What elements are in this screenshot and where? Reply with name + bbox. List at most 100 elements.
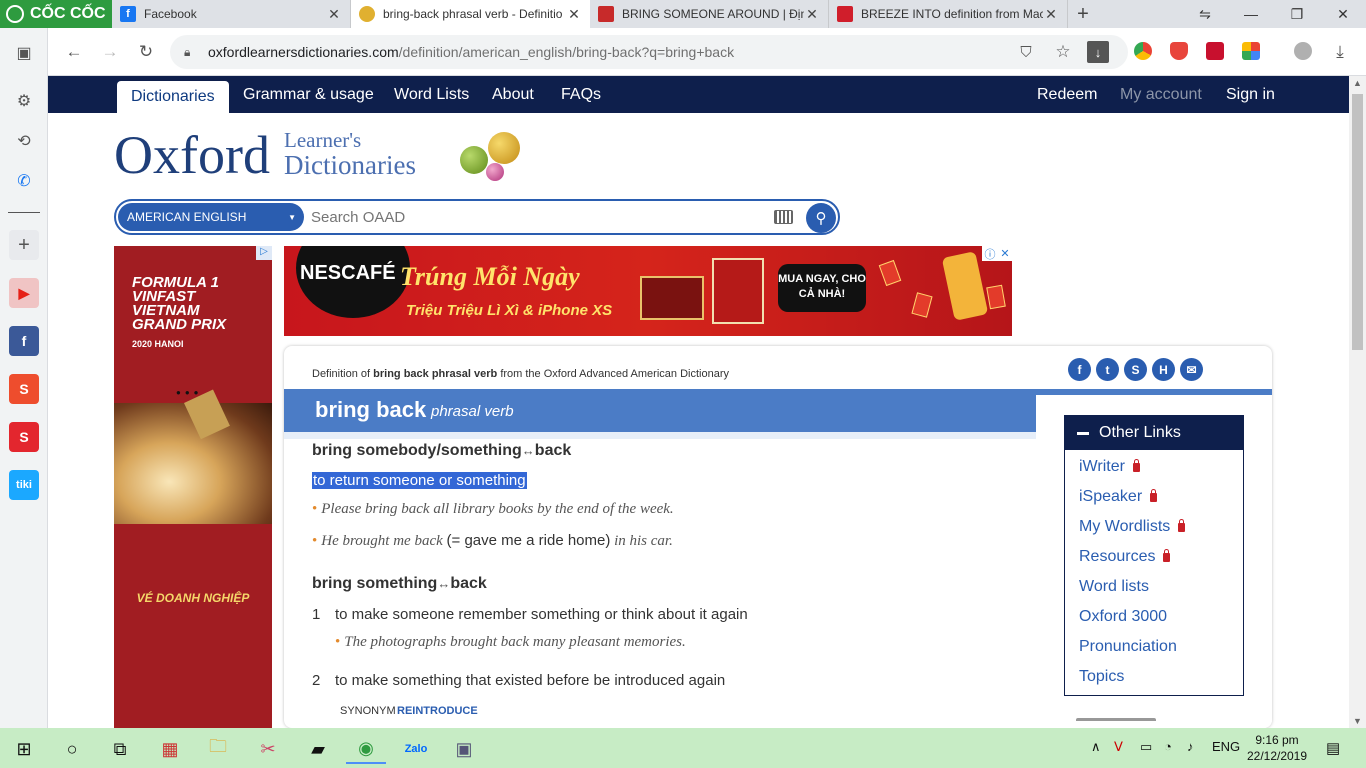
facebook-app-icon[interactable]: f bbox=[9, 326, 39, 356]
coccoc-taskbar-icon[interactable]: ◉ bbox=[346, 734, 386, 764]
download-media-icon[interactable]: ↓ bbox=[1087, 41, 1109, 63]
left-advertisement[interactable]: ▷ FORMULA 1 VINFAST VIETNAM GRAND PRIX 2… bbox=[114, 246, 272, 728]
address-bar[interactable]: 🔒︎ oxfordlearnersdictionaries.com/defini… bbox=[170, 35, 1128, 69]
nav-faqs[interactable]: FAQs bbox=[561, 76, 601, 113]
tab-facebook[interactable]: f Facebook ✕ bbox=[112, 0, 351, 28]
oxford-logo[interactable]: Oxford bbox=[114, 128, 270, 182]
nav-sign-in[interactable]: Sign in bbox=[1226, 76, 1275, 113]
close-icon[interactable]: ✕ bbox=[566, 6, 582, 23]
link-resources[interactable]: Resources bbox=[1079, 548, 1171, 566]
synonym-label: SYNONYM bbox=[340, 705, 396, 717]
nav-my-account[interactable]: My account bbox=[1120, 76, 1202, 113]
shopee-icon[interactable]: S bbox=[9, 374, 39, 404]
close-icon[interactable]: ✕ bbox=[326, 6, 342, 23]
extension-chrome-icon[interactable] bbox=[1134, 42, 1152, 60]
link-my-wordlists[interactable]: My Wordlists bbox=[1079, 518, 1186, 536]
zalo-icon[interactable]: Zalo bbox=[396, 734, 436, 764]
tab-oxford[interactable]: bring-back phrasal verb - Definitio ✕ bbox=[351, 0, 590, 28]
email-share-icon[interactable]: ✉ bbox=[1180, 358, 1203, 381]
link-oxford-3000[interactable]: Oxford 3000 bbox=[1079, 608, 1167, 626]
close-icon[interactable]: ✕ bbox=[1043, 6, 1059, 23]
extension-colorful-icon[interactable] bbox=[1242, 42, 1260, 60]
reload-icon[interactable]: ↻ bbox=[134, 40, 158, 64]
forward-icon[interactable]: → bbox=[98, 40, 122, 64]
windows-start-icon[interactable]: ⊞ bbox=[4, 734, 44, 764]
twitter-share-icon[interactable]: t bbox=[1096, 358, 1119, 381]
banner-advertisement[interactable]: NESCAFÉ Trúng Mỗi Ngày Triệu Triệu Lì Xì… bbox=[284, 246, 1012, 336]
bookmark-star-icon[interactable]: ☆ bbox=[1051, 40, 1075, 64]
search-button[interactable]: ⚲ bbox=[806, 203, 836, 233]
ad-close-icon[interactable]: ✕ bbox=[1000, 247, 1009, 260]
history-icon[interactable]: ⟲ bbox=[9, 126, 39, 156]
link-word-lists[interactable]: Word lists bbox=[1079, 578, 1149, 596]
settings-icon[interactable]: ⚙ bbox=[9, 86, 39, 116]
app-icon-2[interactable]: ▣ bbox=[444, 734, 484, 764]
new-tab-button[interactable]: + bbox=[1068, 0, 1098, 28]
page-scrollbar[interactable]: ▲ ▼ bbox=[1349, 76, 1366, 728]
ad-info-icon[interactable]: ⓘ bbox=[984, 246, 995, 262]
extension-shield-icon[interactable] bbox=[1170, 42, 1188, 60]
facebook-share-icon[interactable]: f bbox=[1068, 358, 1091, 381]
link-pronunciation[interactable]: Pronunciation bbox=[1079, 638, 1177, 656]
banner-cta[interactable]: MUA NGAY, CHO CẢ NHÀ! bbox=[778, 264, 866, 312]
nav-grammar-usage[interactable]: Grammar & usage bbox=[243, 76, 374, 113]
taskbar-clock[interactable]: 9:16 pm 22/12/2019 bbox=[1245, 732, 1309, 764]
site-nav: Dictionaries Grammar & usage Word Lists … bbox=[48, 76, 1349, 113]
add-app-icon[interactable]: + bbox=[9, 230, 39, 260]
link-ispeaker[interactable]: iSpeaker bbox=[1079, 488, 1158, 506]
scroll-up-icon[interactable]: ▲ bbox=[1353, 78, 1362, 88]
keyboard-icon[interactable] bbox=[774, 210, 793, 224]
stumbleupon-share-icon[interactable]: S bbox=[1124, 358, 1147, 381]
cortana-search-icon[interactable]: ○ bbox=[52, 734, 92, 764]
close-window-button[interactable]: ✕ bbox=[1320, 6, 1366, 23]
example-1: • Please bring back all library books by … bbox=[312, 501, 674, 517]
scroll-down-icon[interactable]: ▼ bbox=[1353, 716, 1362, 726]
dictionary-select-value: AMERICAN ENGLISH bbox=[127, 210, 247, 224]
volume-icon[interactable]: ♪ bbox=[1187, 739, 1194, 754]
other-links-header[interactable]: Other Links bbox=[1065, 416, 1243, 450]
extension-red-icon[interactable] bbox=[1206, 42, 1224, 60]
collapse-icon bbox=[1077, 431, 1089, 435]
battery-icon[interactable]: ▭ bbox=[1140, 739, 1152, 755]
minimize-button[interactable]: — bbox=[1228, 6, 1274, 22]
dictionary-select[interactable]: AMERICAN ENGLISH ▼ bbox=[118, 203, 304, 231]
snipping-tool-icon[interactable]: ✂ bbox=[248, 734, 288, 764]
restore-button[interactable]: ❐ bbox=[1274, 6, 1320, 23]
red-envelope-image bbox=[878, 259, 902, 287]
scrollbar-thumb[interactable] bbox=[1352, 94, 1363, 350]
nav-about[interactable]: About bbox=[492, 76, 534, 113]
app-icon-1[interactable]: ▦ bbox=[150, 734, 190, 764]
language-indicator[interactable]: ENG bbox=[1212, 739, 1240, 754]
tab-cambridge[interactable]: BRING SOMEONE AROUND | Định ✕ bbox=[590, 0, 829, 28]
link-topics[interactable]: Topics bbox=[1079, 668, 1124, 686]
sidebar-divider bbox=[8, 212, 40, 213]
sidebar-toggle-icon[interactable]: ▣ bbox=[9, 38, 39, 68]
tray-overflow-icon[interactable]: ∧ bbox=[1091, 739, 1101, 755]
tab-search-icon[interactable]: ⇋ bbox=[1182, 6, 1228, 23]
profile-avatar[interactable] bbox=[1294, 42, 1312, 60]
tiki-icon[interactable]: tiki bbox=[9, 470, 39, 500]
synonym-link[interactable]: REINTRODUCE bbox=[397, 705, 478, 717]
browser-brand-logo[interactable]: CỐC CỐC bbox=[0, 0, 112, 28]
back-icon[interactable]: ← bbox=[62, 40, 86, 64]
sticky-notes-icon[interactable]: ▰ bbox=[298, 734, 338, 764]
youtube-icon[interactable]: ▶ bbox=[9, 278, 39, 308]
wifi-icon[interactable]: ◔ bbox=[1164, 739, 1172, 754]
nav-word-lists[interactable]: Word Lists bbox=[394, 76, 469, 113]
nav-dictionaries[interactable]: Dictionaries bbox=[117, 81, 229, 113]
search-input[interactable] bbox=[311, 205, 761, 229]
link-iwriter[interactable]: iWriter bbox=[1079, 458, 1140, 476]
shield-icon[interactable]: ⛉ bbox=[1014, 40, 1038, 64]
task-view-icon[interactable]: ⧉ bbox=[100, 734, 140, 764]
messenger-icon[interactable]: ✆ bbox=[9, 166, 39, 196]
nav-redeem[interactable]: Redeem bbox=[1037, 76, 1097, 113]
pinterest-share-icon[interactable]: H bbox=[1152, 358, 1175, 381]
file-explorer-icon[interactable]: 🗀︎ bbox=[198, 734, 238, 764]
sendo-icon[interactable]: S bbox=[9, 422, 39, 452]
adchoices-icon[interactable]: ▷ bbox=[256, 246, 272, 260]
notifications-icon[interactable]: ▤ bbox=[1326, 739, 1340, 757]
tab-macmillan[interactable]: BREEZE INTO definition from Macr ✕ bbox=[829, 0, 1068, 28]
tray-app-icon[interactable]: Ⅴ bbox=[1114, 739, 1123, 755]
close-icon[interactable]: ✕ bbox=[804, 6, 820, 23]
downloads-icon[interactable]: ⤓ bbox=[1328, 40, 1352, 64]
